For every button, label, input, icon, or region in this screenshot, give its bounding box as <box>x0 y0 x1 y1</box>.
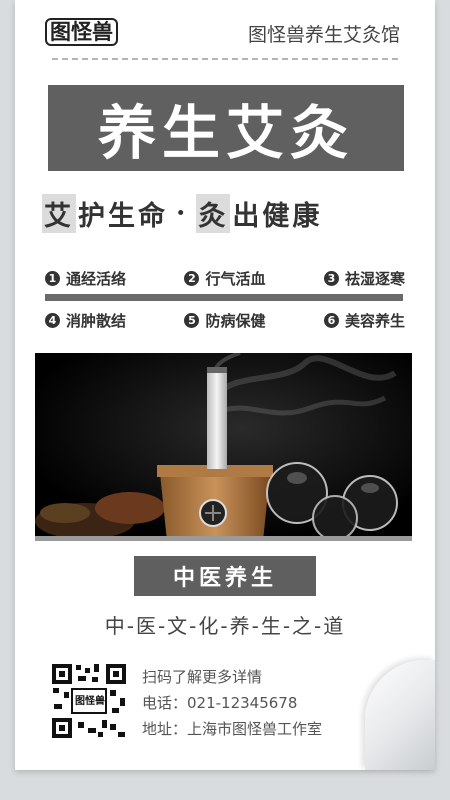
slogan-text-2: 出健康 <box>232 200 323 232</box>
benefit-label: 美容养生 <box>344 312 405 330</box>
benefit-label: 防病保健 <box>205 312 266 330</box>
phone-text: 电话：021-12345678 <box>142 694 298 712</box>
benefit-number-icon: 1 <box>45 271 60 286</box>
brand-logo: 图怪兽 <box>45 18 118 46</box>
benefits-divider-bar <box>45 294 403 301</box>
contact-block: 扫码了解更多详情 电话：021-12345678 地址：上海市图怪兽工作室 <box>142 664 322 742</box>
main-title: 养生艾灸 <box>97 99 354 167</box>
benefit-label: 祛湿逐寒 <box>344 270 405 288</box>
benefit-number-icon: 4 <box>45 313 60 328</box>
scan-hint: 扫码了解更多详情 <box>142 668 263 686</box>
benefit-item: 5 防病保健 <box>184 310 266 331</box>
address-text: 地址：上海市图怪兽工作室 <box>142 720 323 738</box>
main-banner: 养生艾灸 <box>48 85 404 171</box>
slogan-separator: · <box>176 197 189 229</box>
benefit-item: 6 美容养生 <box>323 310 405 331</box>
slogan-highlight-2: 灸 <box>196 193 231 233</box>
section-banner: 中医养生 <box>134 556 316 596</box>
benefit-item: 2 行气活血 <box>184 268 266 289</box>
benefit-number-icon: 3 <box>323 271 339 286</box>
qr-code[interactable]: 图怪兽 <box>50 662 128 740</box>
header-title: 图怪兽养生艾灸馆 <box>247 24 400 46</box>
moxibustion-photo <box>35 353 412 541</box>
benefits-row-2: 4 消肿散结 5 防病保健 6 美容养生 <box>45 310 405 331</box>
benefit-label: 通经活络 <box>66 270 127 288</box>
slogan-highlight-1: 艾 <box>42 193 76 233</box>
benefit-label: 消肿散结 <box>66 312 127 330</box>
slogan-text-1: 护生命 <box>78 200 168 232</box>
section-label: 中医养生 <box>172 565 277 591</box>
benefits-row-1: 1 通经活络 2 行气活血 3 祛湿逐寒 <box>45 268 405 289</box>
benefit-number-icon: 5 <box>184 313 200 328</box>
benefit-item: 4 消肿散结 <box>45 310 126 331</box>
moxibustion-illustration <box>35 353 412 541</box>
benefit-item: 1 通经活络 <box>45 268 126 289</box>
dashed-divider <box>52 58 398 60</box>
tagline: 中-医-文-化-养-生-之-道 <box>104 614 346 638</box>
benefit-number-icon: 6 <box>323 313 339 328</box>
benefit-number-icon: 2 <box>184 271 200 286</box>
qr-logo-text: 图怪兽 <box>75 696 105 707</box>
slogan: 艾 护生命 · 灸 出健康 <box>42 193 323 233</box>
benefit-label: 行气活血 <box>205 270 266 288</box>
benefit-item: 3 祛湿逐寒 <box>323 268 405 289</box>
